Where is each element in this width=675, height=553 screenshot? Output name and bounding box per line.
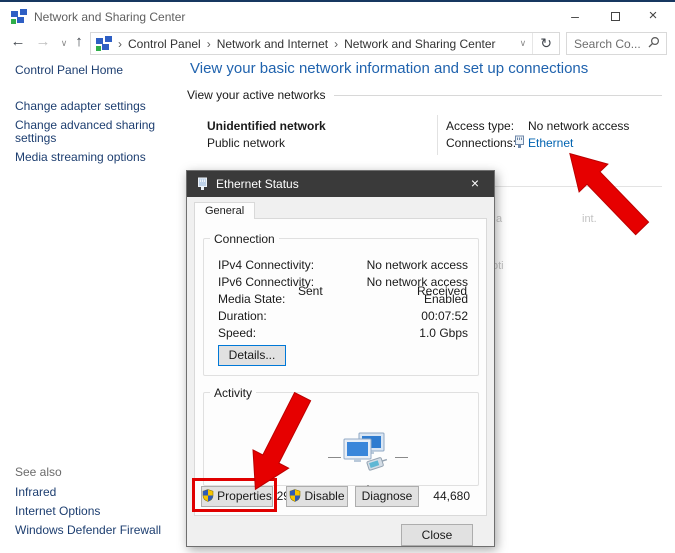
refresh-icon[interactable]: ↻ xyxy=(532,33,559,54)
address-dropdown-icon[interactable]: ∨ xyxy=(514,38,533,49)
address-bar[interactable]: › Control Panel › Network and Internet ›… xyxy=(90,32,560,55)
breadcrumb-separator-icon: › xyxy=(112,37,128,51)
breadcrumb-network-icon xyxy=(96,36,112,52)
ipv4-connectivity-row: IPv4 Connectivity: No network access xyxy=(204,257,478,274)
sidebar-item-internet-options[interactable]: Internet Options xyxy=(15,505,100,518)
search-box xyxy=(566,32,667,55)
dialog-titlebar: Ethernet Status × xyxy=(187,171,494,197)
column-divider xyxy=(437,115,438,155)
forward-icon[interactable]: → xyxy=(33,33,53,50)
section-divider xyxy=(334,95,662,96)
background-text-fragment: a xyxy=(496,213,502,225)
see-also-label: See also xyxy=(15,465,62,479)
background-text-fragment: int. xyxy=(582,213,597,225)
sidebar-item-change-advanced-sharing-settings[interactable]: Change advanced sharing settings xyxy=(15,119,165,145)
details-button[interactable]: Details... xyxy=(218,345,286,366)
network-app-icon xyxy=(11,9,27,25)
connection-rows: IPv4 Connectivity: No network access IPv… xyxy=(204,257,478,342)
dialog-title: Ethernet Status xyxy=(216,177,299,191)
dialog-tab-page: Connection IPv4 Connectivity: No network… xyxy=(194,218,487,516)
window-titlebar: Network and Sharing Center – × xyxy=(0,4,675,30)
connections-label: Connections: xyxy=(446,136,516,150)
ethernet-plug-icon xyxy=(514,135,525,152)
sidebar-item-infrared[interactable]: Infrared xyxy=(15,486,56,499)
ethernet-status-dialog: Ethernet Status × General Connection IPv… xyxy=(186,170,495,547)
back-icon[interactable]: ← xyxy=(8,33,28,50)
speed-row: Speed: 1.0 Gbps xyxy=(204,325,478,342)
activity-group: Activity xyxy=(203,392,479,486)
arrow-to-ethernet-link xyxy=(555,140,656,243)
minimize-button[interactable]: – xyxy=(555,4,595,30)
sidebar-item-windows-defender-firewall[interactable]: Windows Defender Firewall xyxy=(15,524,161,537)
tab-general[interactable]: General xyxy=(194,202,255,219)
row-value: 00:07:52 xyxy=(421,308,468,325)
ethernet-link[interactable]: Ethernet xyxy=(528,136,573,150)
connection-group: Connection IPv4 Connectivity: No network… xyxy=(203,238,479,376)
breadcrumb-separator-icon: › xyxy=(201,37,217,51)
active-networks-section: View your active networks xyxy=(187,88,662,102)
row-label: Speed: xyxy=(218,325,256,342)
diagnose-button[interactable]: Diagnose xyxy=(355,486,419,507)
disable-button-label: Disable xyxy=(304,489,344,503)
dash-divider xyxy=(395,457,408,458)
received-label: Received xyxy=(417,284,467,298)
row-value: 1.0 Gbps xyxy=(419,325,468,342)
page-title: View your basic network information and … xyxy=(190,60,588,77)
connection-group-label: Connection xyxy=(210,232,279,246)
search-input[interactable] xyxy=(567,37,648,51)
navigation-toolbar: ← → ∨ ↑ › Control Panel › Network and In… xyxy=(0,30,675,57)
access-type-label: Access type: xyxy=(446,119,514,133)
active-networks-label: View your active networks xyxy=(187,88,326,102)
row-label: Media State: xyxy=(218,291,285,308)
network-sharing-center-window: Network and Sharing Center – × ← → ∨ ↑ ›… xyxy=(0,0,675,553)
properties-highlight-rectangle xyxy=(192,478,277,512)
maximize-icon xyxy=(611,12,620,21)
network-type: Public network xyxy=(207,136,285,150)
window-title: Network and Sharing Center xyxy=(34,10,185,24)
dialog-close-footer-button[interactable]: Close xyxy=(401,524,473,546)
dialog-close-button[interactable]: × xyxy=(460,171,490,197)
row-label: Duration: xyxy=(218,308,267,325)
maximize-button[interactable] xyxy=(595,4,635,30)
duration-row: Duration: 00:07:52 xyxy=(204,308,478,325)
row-value: No network access xyxy=(367,257,468,274)
disable-button[interactable]: Disable xyxy=(286,486,348,507)
network-name: Unidentified network xyxy=(207,119,326,133)
dash-divider xyxy=(328,457,341,458)
sidebar-item-control-panel-home[interactable]: Control Panel Home xyxy=(15,64,123,77)
activity-group-label: Activity xyxy=(210,386,256,400)
breadcrumb-control-panel[interactable]: Control Panel xyxy=(128,37,201,51)
row-label: IPv4 Connectivity: xyxy=(218,257,314,274)
close-button[interactable]: × xyxy=(633,4,673,30)
ethernet-plug-icon xyxy=(197,177,208,194)
up-icon[interactable]: ↑ xyxy=(69,33,89,50)
breadcrumb-network-and-internet[interactable]: Network and Internet xyxy=(217,37,328,51)
search-icon[interactable] xyxy=(648,36,660,51)
sidebar-item-change-adapter-settings[interactable]: Change adapter settings xyxy=(15,100,146,113)
computers-connection-icon xyxy=(342,432,388,477)
access-type-value: No network access xyxy=(528,119,629,133)
uac-shield-icon xyxy=(289,489,301,502)
breadcrumb-network-and-sharing-center[interactable]: Network and Sharing Center xyxy=(344,37,495,51)
breadcrumb-separator-icon: › xyxy=(328,37,344,51)
diagnose-button-label: Diagnose xyxy=(362,489,413,503)
sidebar-item-media-streaming-options[interactable]: Media streaming options xyxy=(15,151,146,164)
sent-label: Sent xyxy=(298,284,323,298)
